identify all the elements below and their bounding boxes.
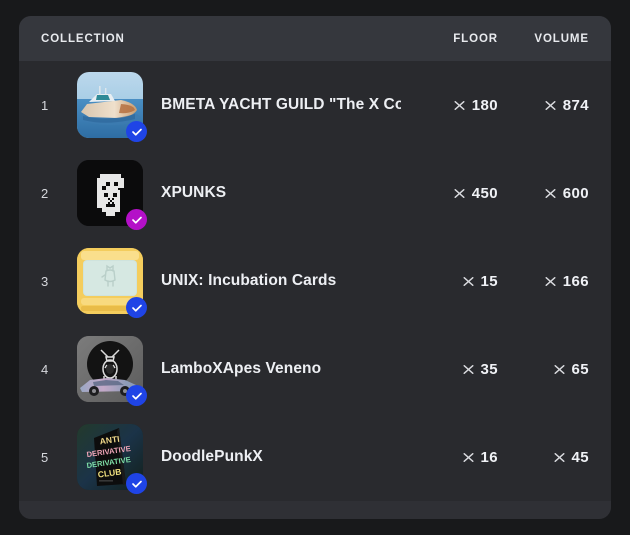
column-header-floor: FLOOR	[453, 32, 498, 45]
row-rank: 4	[41, 361, 49, 377]
collection-name[interactable]: LamboXApes Veneno	[161, 360, 401, 378]
row-floor-value: 35	[401, 361, 506, 378]
row-floor-value: 450	[401, 185, 506, 202]
row-rank: 1	[41, 97, 49, 113]
row-rank: 3	[41, 273, 49, 289]
row-floor-value: 180	[401, 97, 506, 114]
volume-number: 45	[571, 448, 589, 466]
floor-number: 15	[480, 272, 498, 290]
floor-number: 35	[480, 360, 498, 378]
row-volume-value: 166	[506, 273, 611, 290]
table-body: 1 BMETA YACHT GUILD "The X Co 180 874 2 …	[19, 61, 611, 501]
row-floor-value: 15	[401, 273, 506, 290]
volume-number: 600	[562, 184, 589, 202]
collection-thumbnail[interactable]: ANTI DERIVATIVE DERIVATIVE CLUB	[77, 424, 147, 494]
volume-number: 874	[562, 96, 589, 114]
row-volume-value: 45	[506, 449, 611, 466]
floor-number: 180	[471, 96, 498, 114]
collection-ranking-panel: COLLECTION FLOOR VOLUME 1 BMETA YACHT GU…	[19, 16, 611, 519]
verified-check-icon	[126, 385, 147, 406]
table-row[interactable]: 4 LamboXApes Veneno 35 65	[19, 325, 611, 413]
column-header-volume: VOLUME	[534, 32, 589, 45]
volume-number: 166	[562, 272, 589, 290]
verified-check-icon	[126, 121, 147, 142]
row-rank: 5	[41, 449, 49, 465]
verified-check-icon	[126, 473, 147, 494]
column-header-collection: COLLECTION	[41, 32, 125, 45]
verified-check-icon	[126, 209, 147, 230]
page-root: COLLECTION FLOOR VOLUME 1 BMETA YACHT GU…	[0, 0, 630, 535]
x-cross-icon	[453, 99, 466, 112]
table-footer	[19, 501, 611, 519]
table-row[interactable]: 3 UNIX: Incubation Cards 15 166	[19, 237, 611, 325]
x-cross-icon	[462, 275, 475, 288]
row-volume-value: 600	[506, 185, 611, 202]
row-volume-value: 874	[506, 97, 611, 114]
x-cross-icon	[544, 99, 557, 112]
floor-number: 450	[471, 184, 498, 202]
table-row[interactable]: 2 XPUNKS 450 600	[19, 149, 611, 237]
x-cross-icon	[453, 187, 466, 200]
floor-number: 16	[480, 448, 498, 466]
collection-name[interactable]: XPUNKS	[161, 184, 401, 202]
x-cross-icon	[462, 451, 475, 464]
verified-check-icon	[126, 297, 147, 318]
row-floor-value: 16	[401, 449, 506, 466]
collection-name[interactable]: BMETA YACHT GUILD "The X Collec	[161, 96, 401, 114]
row-rank: 2	[41, 185, 49, 201]
table-row[interactable]: 5 ANTI DERIVATIVE DERIVATIVE CLUB Doodle…	[19, 413, 611, 501]
x-cross-icon	[544, 275, 557, 288]
table-row[interactable]: 1 BMETA YACHT GUILD "The X Co 180 874	[19, 61, 611, 149]
collection-thumbnail[interactable]	[77, 160, 147, 230]
collection-thumbnail[interactable]	[77, 248, 147, 318]
x-cross-icon	[553, 451, 566, 464]
collection-name[interactable]: UNIX: Incubation Cards	[161, 272, 401, 290]
table-header: COLLECTION FLOOR VOLUME	[19, 16, 611, 61]
collection-thumbnail[interactable]	[77, 336, 147, 406]
collection-thumbnail[interactable]	[77, 72, 147, 142]
x-cross-icon	[553, 363, 566, 376]
x-cross-icon	[544, 187, 557, 200]
volume-number: 65	[571, 360, 589, 378]
x-cross-icon	[462, 363, 475, 376]
row-volume-value: 65	[506, 361, 611, 378]
collection-name[interactable]: DoodlePunkX	[161, 448, 401, 466]
